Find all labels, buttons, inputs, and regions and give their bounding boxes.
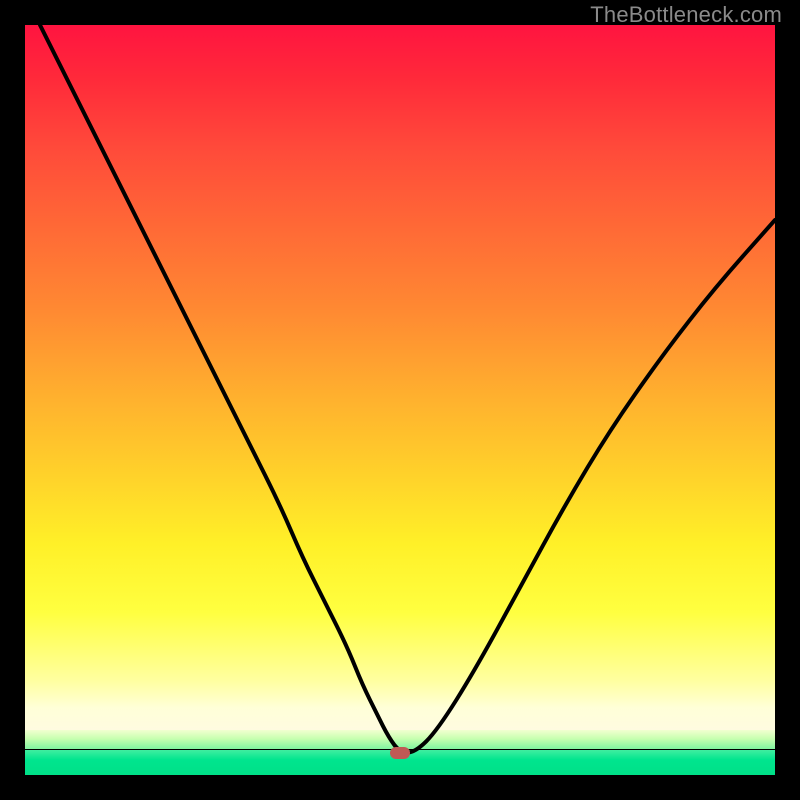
plot-area xyxy=(25,25,775,775)
bottleneck-curve-path xyxy=(40,25,775,753)
vertex-marker xyxy=(390,747,410,759)
watermark-text: TheBottleneck.com xyxy=(590,2,782,28)
image-frame: TheBottleneck.com xyxy=(0,0,800,800)
curve-svg xyxy=(25,25,775,775)
